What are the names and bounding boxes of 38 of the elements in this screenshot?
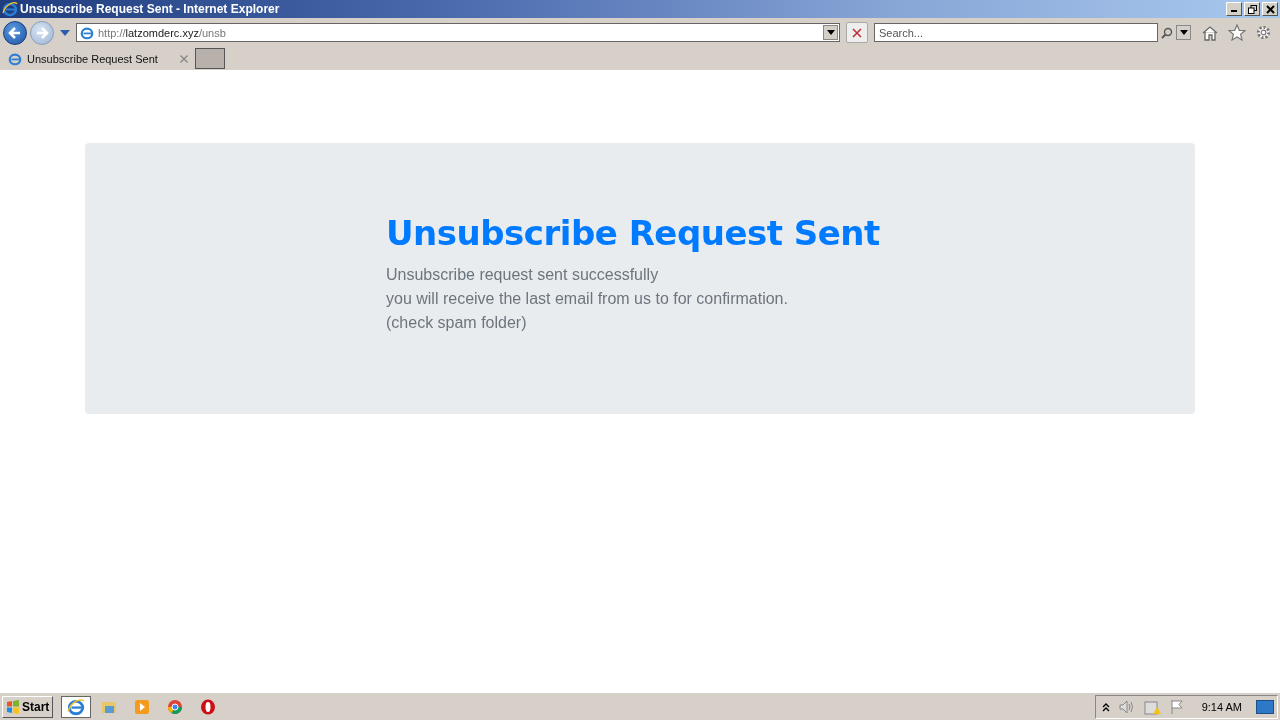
search-field[interactable]: Search... <box>874 23 1158 42</box>
close-icon <box>1265 4 1275 14</box>
dropdown-button[interactable] <box>1176 25 1191 40</box>
message-text: Unsubscribe request sent successfully <box>386 265 660 285</box>
windows-logo-icon <box>6 699 20 714</box>
speaker-icon[interactable] <box>1117 698 1136 715</box>
close-icon <box>852 27 862 38</box>
page-icon <box>80 25 94 40</box>
start-button[interactable]: Start <box>2 695 54 718</box>
dropdown-arrow-icon <box>1179 30 1188 35</box>
star-icon[interactable] <box>1228 24 1246 41</box>
search-icon[interactable] <box>1161 26 1173 39</box>
stop-button[interactable] <box>846 22 868 43</box>
browser-taskbar-icon[interactable] <box>61 695 92 718</box>
clock: 9:14 AM <box>1201 700 1242 713</box>
left-arrow-icon <box>8 25 22 40</box>
right-arrow-icon <box>35 25 49 40</box>
settings-icon[interactable] <box>1255 24 1272 41</box>
dropdown-button[interactable] <box>823 25 838 40</box>
page-icon <box>8 51 22 66</box>
home-icon[interactable] <box>1201 24 1219 41</box>
message-text: you will receive the last email from us to for confirmation. <box>386 289 789 309</box>
restore-button[interactable] <box>1244 2 1260 16</box>
show-desktop-icon[interactable] <box>1256 699 1274 714</box>
back-button[interactable] <box>3 20 27 45</box>
minimize-button[interactable] <box>1226 2 1242 16</box>
flag-icon[interactable] <box>1169 698 1184 715</box>
browser-logo-icon <box>2 1 18 17</box>
message-text: (check spam folder) <box>386 313 528 333</box>
new-tab-button[interactable] <box>195 48 225 69</box>
chevron-up-icon[interactable] <box>1101 701 1110 712</box>
dropdown-arrow-icon[interactable] <box>60 29 70 36</box>
dropdown-arrow-icon <box>826 30 835 35</box>
close-button[interactable] <box>1262 2 1278 16</box>
restore-icon <box>1247 4 1257 14</box>
window-title: Unsubscribe Request Sent - Internet Explorer <box>20 2 280 16</box>
address-field[interactable]: http://latzomderc.xyz/unsb <box>76 23 840 42</box>
page-heading: Unsubscribe Request Sent <box>386 212 881 255</box>
